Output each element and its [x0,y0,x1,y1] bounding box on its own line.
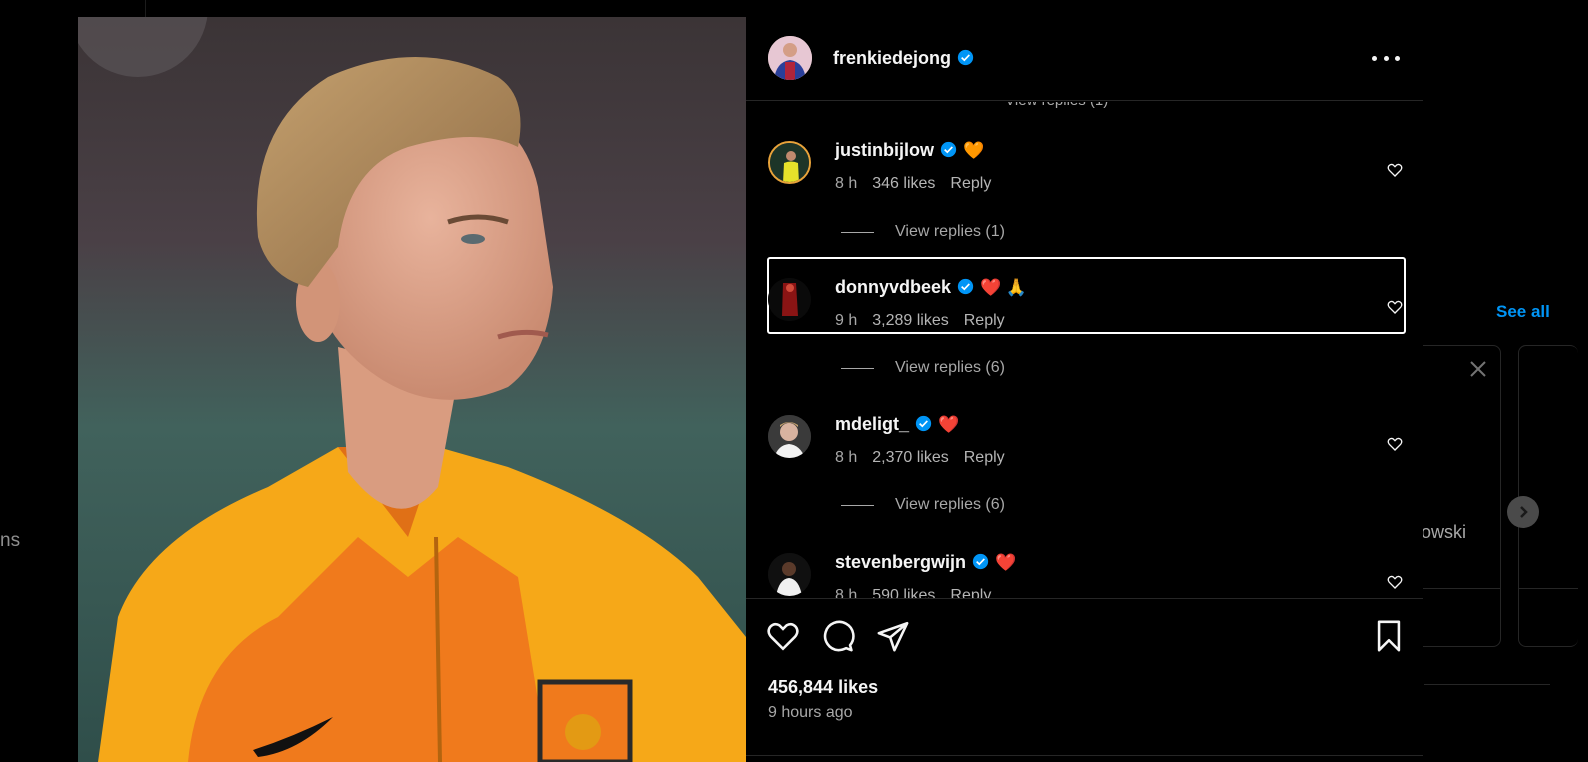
post-details-panel: frenkiedejong ——— View replies (1) justi… [746,17,1423,762]
comment-item: mdeligt_ ❤️ 8 h 2,370 likes Reply [746,403,1423,481]
post-image[interactable] [78,17,746,762]
card-divider [1519,588,1578,589]
comment-username-text[interactable]: donnyvdbeek [835,277,951,297]
comment-avatar[interactable] [768,278,811,321]
post-actions-bar: 456,844 likes 9 hours ago [746,598,1423,762]
avatar-image [768,415,811,458]
view-replies-text[interactable]: View replies (1) [895,223,1005,241]
comment-time[interactable]: 9 h [835,312,857,329]
comment-username-text[interactable]: justinbijlow [835,140,934,160]
reply-button[interactable]: Reply [964,449,1005,466]
heart-outline-icon[interactable] [1387,162,1403,178]
verified-badge-icon [957,278,974,295]
comment-username[interactable]: stevenbergwijn ❤️ [835,552,1016,573]
close-icon[interactable] [1469,360,1487,378]
comment-time[interactable]: 8 h [835,587,857,598]
comment-text: ❤️ 🙏 [980,278,1028,297]
comment-item: justinbijlow 🧡 8 h 346 likes Reply [746,129,1423,207]
background-sidebar-text: ns [0,530,21,551]
comment-avatar[interactable] [768,141,811,184]
speech-bubble-icon[interactable] [821,619,855,653]
bookmark-icon[interactable] [1372,619,1406,653]
comment-username[interactable]: justinbijlow 🧡 [835,140,984,161]
dot [1383,55,1389,61]
comment-avatar[interactable] [768,553,811,596]
post-photo [78,17,746,762]
comment-item: stevenbergwijn ❤️ 8 h 590 likes Reply [746,541,1423,598]
comment-time[interactable]: 8 h [835,449,857,466]
author-avatar[interactable] [768,36,812,80]
comment-username[interactable]: donnyvdbeek ❤️ 🙏 [835,277,1027,298]
comment-username[interactable]: mdeligt_ ❤️ [835,414,959,435]
avatar-image [768,553,811,596]
suggestion-name: owski [1421,522,1467,542]
comment-meta: 8 h 346 likes Reply [835,175,1006,193]
comment-likes[interactable]: 3,289 likes [872,312,949,329]
comment-meta: 8 h 590 likes Reply [835,587,1006,598]
view-replies-text[interactable]: View replies (6) [895,496,1005,514]
comment-text: ❤️ [995,553,1017,572]
more-options-button[interactable] [1372,47,1400,69]
heart-outline-icon[interactable] [1387,436,1403,452]
view-replies-button[interactable]: View replies (1) [841,222,1005,242]
comment-time[interactable]: 8 h [835,175,857,192]
verified-badge-icon [915,415,932,432]
comment-avatar[interactable] [768,415,811,458]
replies-line [841,231,874,233]
comment-username-text[interactable]: mdeligt_ [835,414,909,434]
view-replies-button[interactable]: View replies (6) [841,495,1005,515]
comment-meta: 9 h 3,289 likes Reply [835,312,1020,330]
post-timestamp[interactable]: 9 hours ago [768,704,853,722]
post-header: frenkiedejong [746,17,1423,101]
heart-outline-icon[interactable] [1387,574,1403,590]
view-replies-button[interactable]: View replies (6) [841,358,1005,378]
comments-list[interactable]: ——— View replies (1) justinbijlow 🧡 8 h 34… [746,102,1423,598]
comment-item: donnyvdbeek ❤️ 🙏 9 h 3,289 likes Reply [746,266,1423,344]
see-all-link[interactable]: See all [1496,302,1550,322]
author-username-text[interactable]: frenkiedejong [833,48,951,68]
verified-badge-icon [940,141,957,158]
reply-button[interactable]: Reply [964,312,1005,329]
comment-username-text[interactable]: stevenbergwijn [835,552,966,572]
chevron-right-icon [1520,506,1528,518]
comment-meta: 8 h 2,370 likes Reply [835,449,1020,467]
comment-likes[interactable]: 346 likes [872,175,935,192]
author-username[interactable]: frenkiedejong [833,48,974,69]
verified-badge-icon [957,49,974,66]
background-divider [145,0,146,17]
post-likes-count[interactable]: 456,844 likes [768,677,878,698]
reply-button[interactable]: Reply [950,587,991,598]
heart-outline-icon[interactable] [1387,299,1403,315]
verified-badge-icon [972,553,989,570]
dot [1395,55,1400,61]
comment-likes[interactable]: 590 likes [872,587,935,598]
background-divider [1424,684,1550,685]
replies-line [841,367,874,369]
comment-likes[interactable]: 2,370 likes [872,449,949,466]
avatar-image [770,143,809,182]
next-arrow-button[interactable] [1507,496,1539,528]
reply-button[interactable]: Reply [950,175,991,192]
panel-divider [746,755,1423,756]
avatar-image [768,36,812,80]
replies-line [841,504,874,506]
truncated-view-replies: ——— View replies (1) [956,102,1108,109]
view-replies-text[interactable]: View replies (6) [895,359,1005,377]
dot [1372,55,1377,61]
comment-text: 🧡 [963,141,985,160]
heart-outline-icon[interactable] [766,619,800,653]
paper-plane-icon[interactable] [876,619,910,653]
comment-text: ❤️ [938,415,960,434]
avatar-image [768,278,811,321]
